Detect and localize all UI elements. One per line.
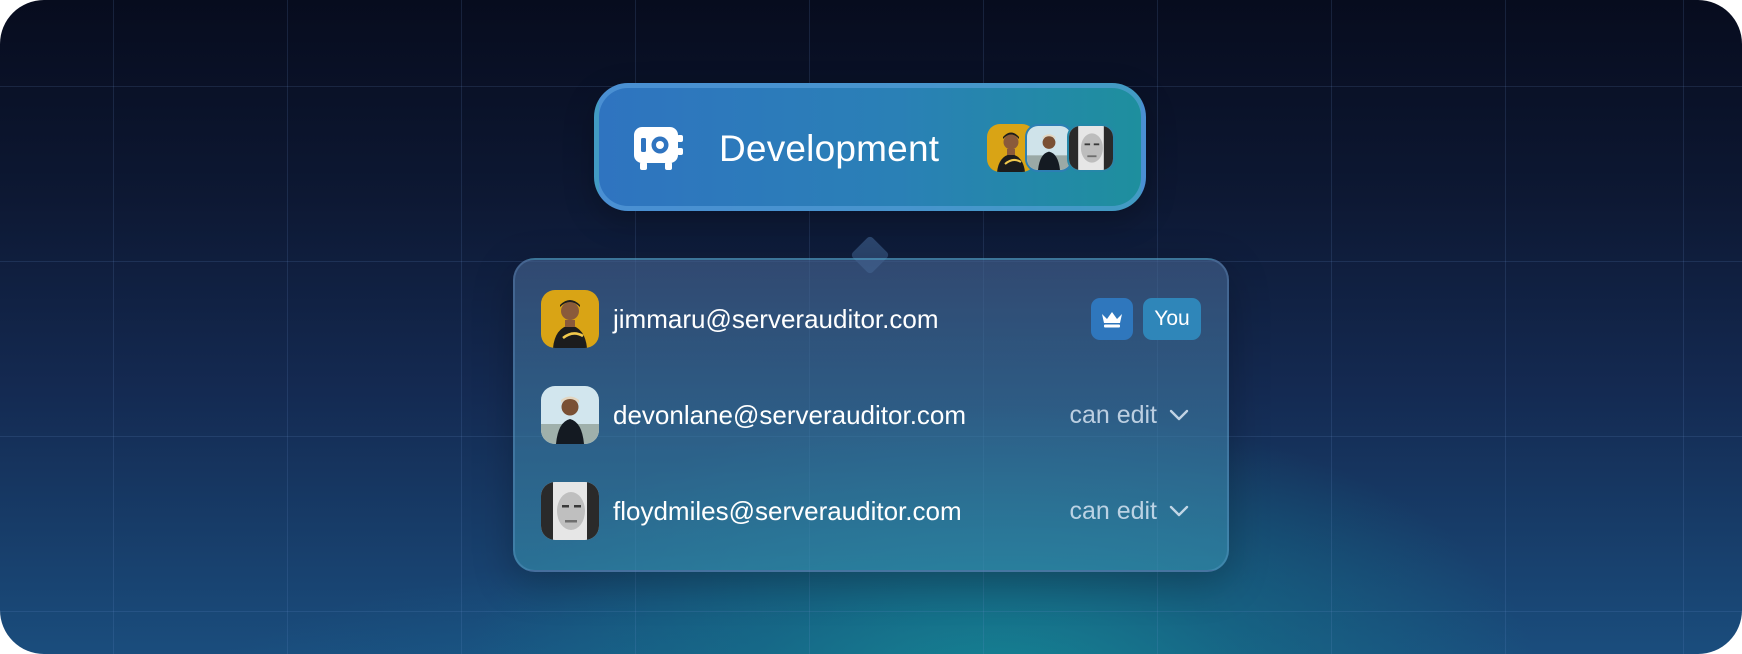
avatar-floydmiles (1067, 124, 1115, 172)
vault-title: Development (719, 128, 940, 169)
permission-dropdown[interactable]: can edit (1069, 398, 1189, 432)
canvas: Development jimmaru@serverauditor.com Yo… (0, 0, 1742, 654)
shared-avatars-stack (987, 124, 1117, 174)
member-email: jimmaru@serverauditor.com (613, 304, 939, 334)
avatar (541, 482, 599, 540)
avatar-devonlane (1025, 124, 1073, 172)
members-panel: jimmaru@serverauditor.com You devonlane@… (513, 258, 1229, 572)
permission-label: can edit (1069, 497, 1157, 525)
chevron-down-icon (1169, 505, 1189, 517)
member-row-floydmiles[interactable]: floydmiles@serverauditor.com can edit (541, 482, 1201, 540)
owner-badge (1091, 298, 1133, 340)
member-row-jimmaru[interactable]: jimmaru@serverauditor.com You (541, 290, 1201, 348)
chevron-down-icon (1169, 409, 1189, 421)
permission-label: can edit (1069, 401, 1157, 429)
member-email: floydmiles@serverauditor.com (613, 496, 962, 526)
crown-icon (1102, 312, 1122, 328)
member-email: devonlane@serverauditor.com (613, 400, 967, 430)
you-badge: You (1143, 298, 1201, 340)
permission-dropdown[interactable]: can edit (1069, 494, 1189, 528)
vault-card-development[interactable]: Development (594, 83, 1146, 211)
avatar (541, 386, 599, 444)
member-row-devonlane[interactable]: devonlane@serverauditor.com can edit (541, 386, 1201, 444)
vault-icon (634, 127, 683, 170)
avatar (541, 290, 599, 348)
